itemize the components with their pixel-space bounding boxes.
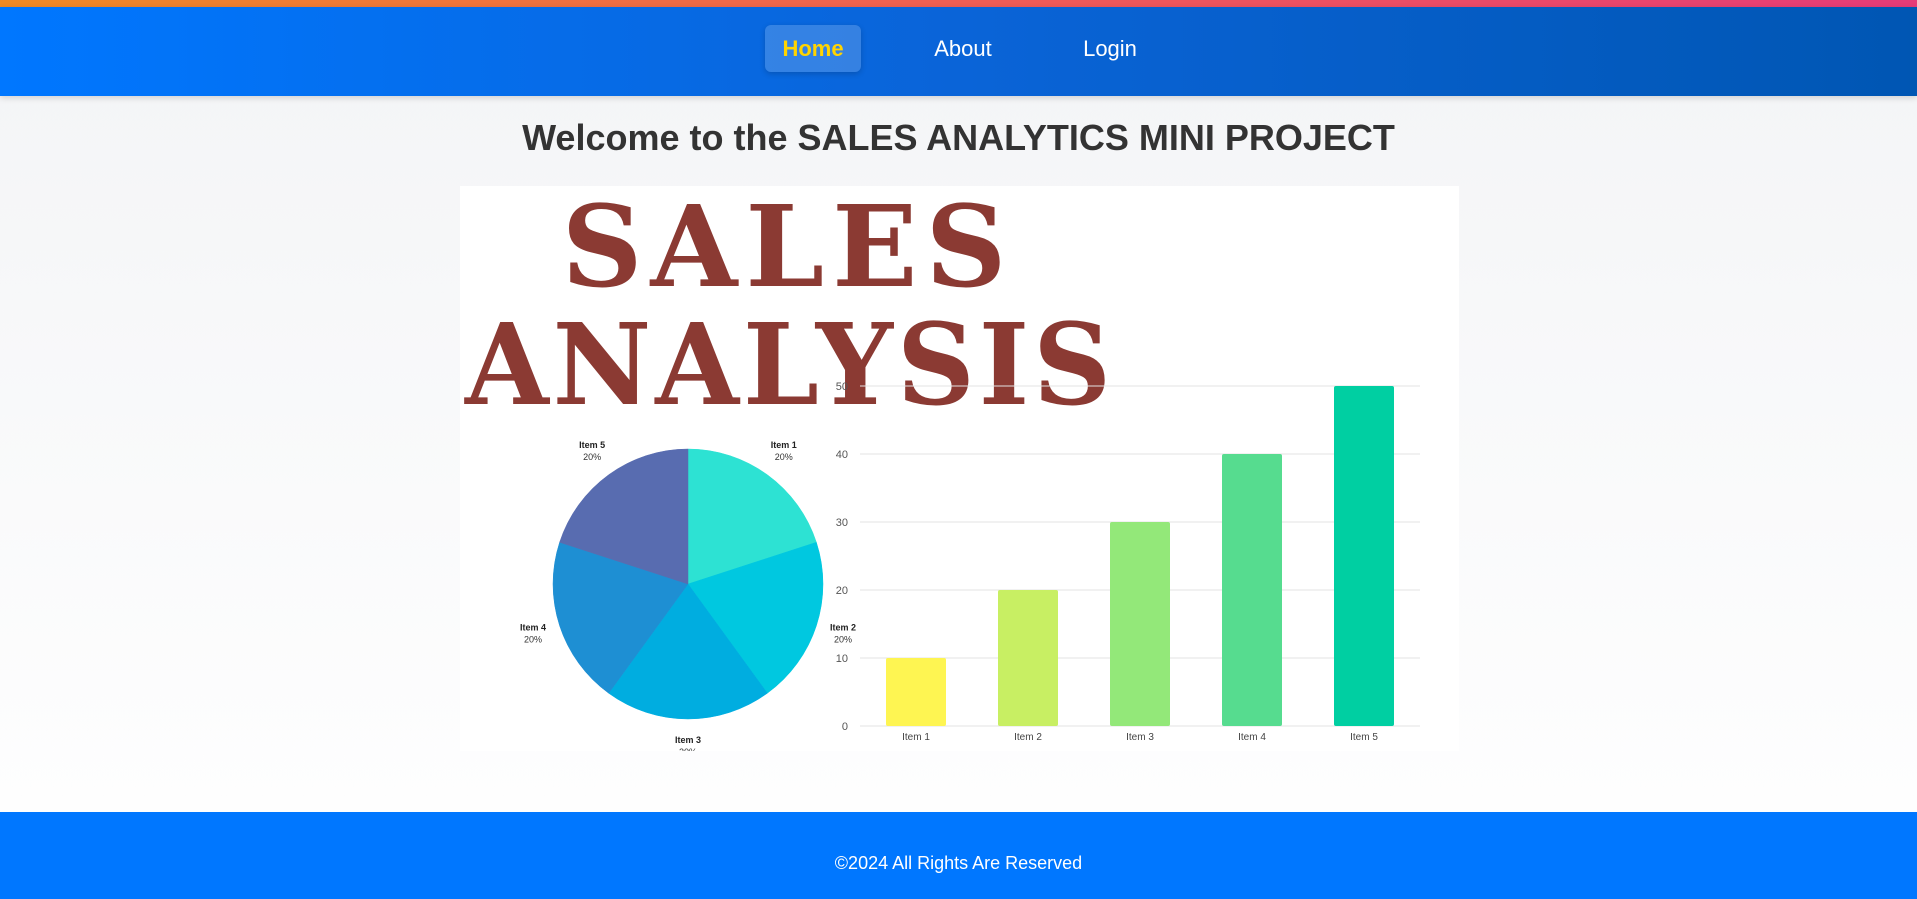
bar-y-tick-label: 40: [836, 449, 848, 461]
hero-graphic: SALES ANALYSIS Item 1 20% Item 2 20% Item 3 2…: [464, 186, 1420, 751]
hero-heading-line1: SALES: [562, 186, 1015, 313]
bar: [1334, 386, 1394, 726]
pie-label: Item 5: [579, 440, 605, 450]
pie-value-label: 20%: [583, 452, 601, 462]
bar-x-tick-label: Item 5: [1350, 732, 1378, 743]
top-accent-bar: [0, 0, 1917, 7]
bar: [998, 590, 1058, 726]
pie-label: Item 2: [830, 622, 856, 632]
bar-y-tick-label: 0: [842, 721, 848, 733]
bar-x-tick-label: Item 2: [1014, 732, 1042, 743]
navbar: Home About Login: [0, 7, 1917, 96]
bar: [1110, 522, 1170, 726]
nav-login-link[interactable]: Login: [1071, 25, 1149, 72]
bar-y-tick-label: 50: [836, 381, 848, 393]
bar-y-tick-label: 30: [836, 517, 848, 529]
bar-x-tick-label: Item 3: [1126, 732, 1154, 743]
pie-value-label: 20%: [775, 452, 793, 462]
footer-copyright: ©2024 All Rights Are Reserved: [834, 853, 1083, 873]
hero-heading-line2: ANALYSIS: [464, 300, 1115, 431]
page-title: Welcome to the SALES ANALYTICS MINI PROJ…: [522, 117, 1395, 158]
bar-x-tick-label: Item 4: [1238, 732, 1266, 743]
pie-label: Item 3: [675, 735, 701, 745]
bar-chart: 0 10 20 30 40 50 Item 1 Item 2 Item 3 Item 4 Item …: [836, 381, 1420, 743]
bar-x-tick-label: Item 1: [902, 732, 930, 743]
nav-about-link[interactable]: About: [920, 25, 1006, 72]
hero-banner-image: SALES ANALYSIS Item 1 20% Item 2 20% Item 3 2…: [460, 186, 1459, 751]
pie-value-label: 20%: [679, 747, 697, 751]
bar-y-tick-label: 20: [836, 585, 848, 597]
pie-value-label: 20%: [524, 634, 542, 644]
bar-y-tick-label: 10: [836, 653, 848, 665]
pie-label: Item 1: [771, 440, 797, 450]
pie-chart: Item 1 20% Item 2 20% Item 3 20% Item 4 20% Item…: [520, 440, 856, 751]
pie-value-label: 20%: [834, 634, 852, 644]
footer: ©2024 All Rights Are Reserved: [0, 812, 1917, 899]
pie-label: Item 4: [520, 622, 546, 632]
nav-home-link[interactable]: Home: [765, 25, 861, 72]
bar: [886, 658, 946, 726]
bar: [1222, 454, 1282, 726]
